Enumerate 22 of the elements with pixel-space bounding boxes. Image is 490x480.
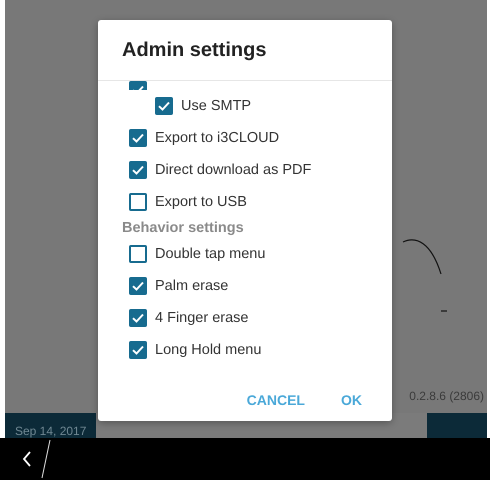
checkbox[interactable] [129,193,147,211]
checkbox-label[interactable]: Export to i3CLOUD [155,130,280,146]
checkbox[interactable] [155,97,173,115]
checkbox-label[interactable]: Palm erase [155,278,228,294]
checkbox[interactable] [129,309,147,327]
slash-line-icon [41,439,51,479]
checkbox-label[interactable]: Long Hold menu [155,342,262,358]
checkbox-label[interactable]: Double tap menu [155,246,266,262]
checkbox[interactable] [129,341,147,359]
version-text: 0.2.8.6 (2806) [409,389,485,405]
date-text: Sep 14, 2017 [14,423,88,438]
checkbox-label[interactable]: Export to USB [155,194,247,210]
section-header: Behavior settings [122,219,245,238]
checkbox[interactable] [129,161,147,179]
checkbox[interactable] [129,277,147,295]
checkbox[interactable] [129,129,147,147]
back-icon[interactable] [21,450,33,468]
checkbox-label[interactable]: Use SMTP [181,98,252,114]
checkbox-label[interactable]: 4 Finger erase [155,310,248,326]
checkbox-label[interactable]: Direct download as PDF [155,162,312,178]
checkbox[interactable] [129,245,147,263]
dialog-title: Admin settings [98,20,392,81]
